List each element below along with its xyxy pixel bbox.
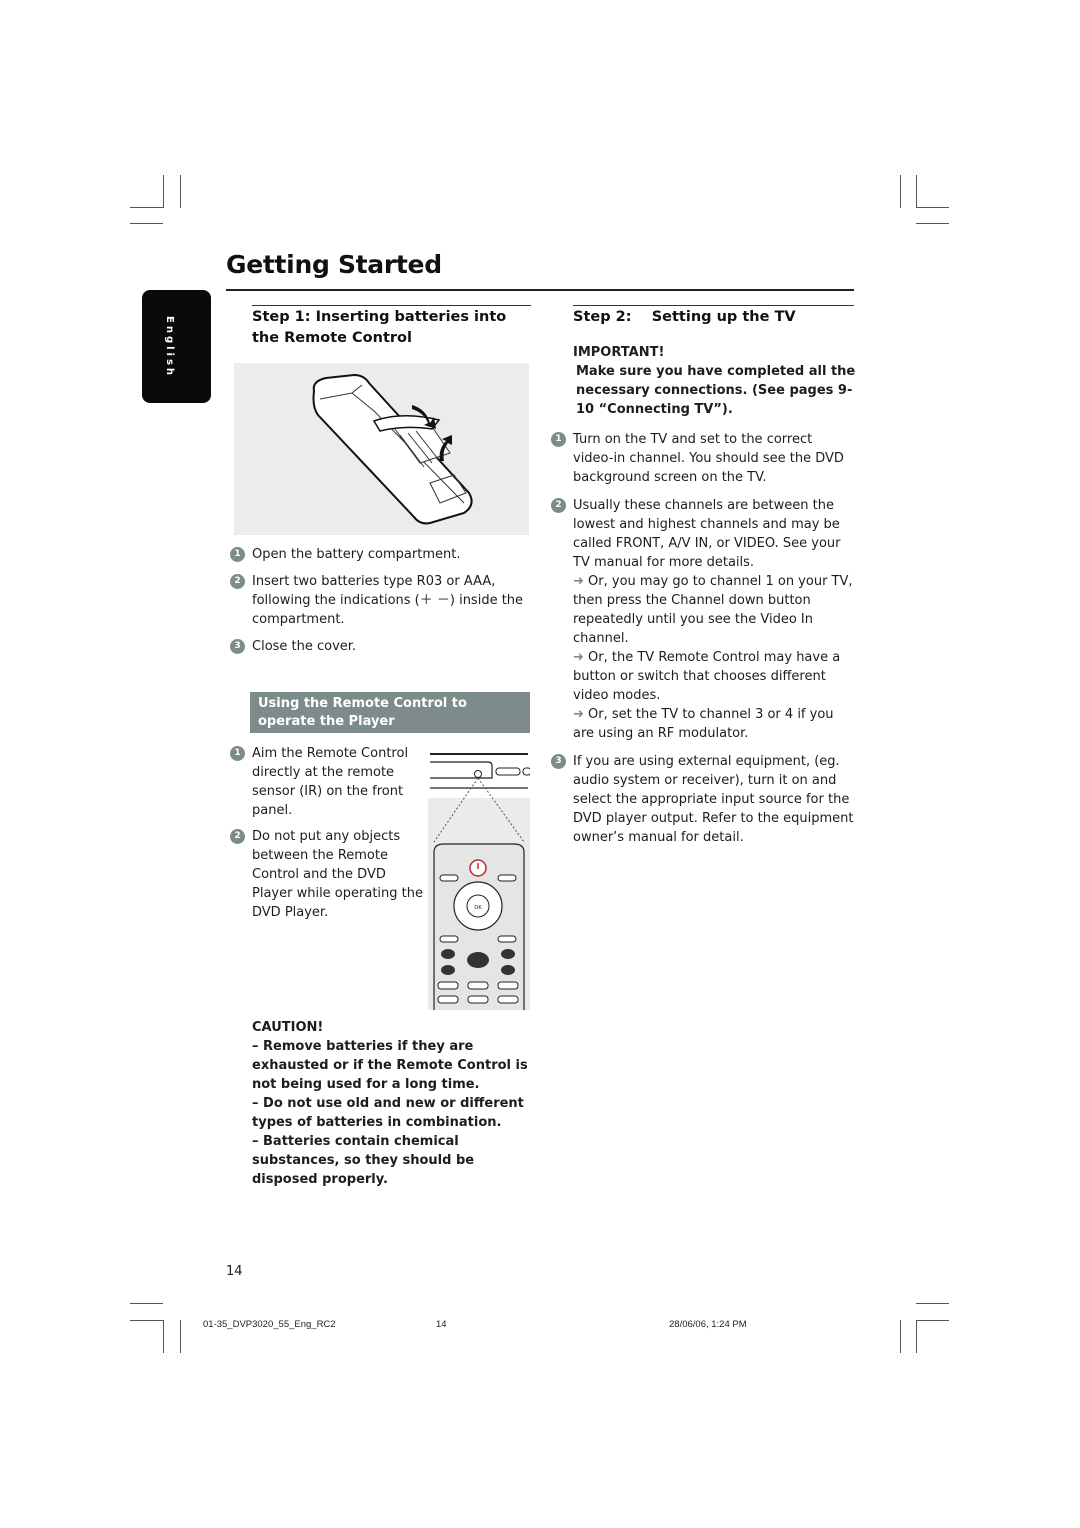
list-item-text: Turn on the TV and set to the correct vi… — [573, 432, 844, 485]
note: ➜ Or, set the TV to channel 3 or 4 if yo… — [573, 705, 856, 743]
step-number-badge: 2 — [551, 498, 566, 513]
list-item: 1 Turn on the TV and set to the correct … — [551, 430, 856, 487]
remote-battery-icon — [312, 373, 473, 525]
list-item-text: Do not put any objects between the Remot… — [252, 829, 423, 920]
using-remote-instructions: 1 Aim the Remote Control directly at the… — [230, 744, 430, 930]
crop-mark — [130, 207, 163, 208]
list-item: 3 Close the cover. — [230, 637, 530, 656]
footer-page: 14 — [436, 1319, 447, 1330]
step1-heading: Step 1: Inserting batteries into the Rem… — [252, 307, 542, 349]
step2-instructions: 1 Turn on the TV and set to the correct … — [551, 430, 856, 855]
crop-mark — [163, 175, 164, 208]
section-divider — [252, 305, 531, 306]
step-number-badge: 2 — [230, 574, 245, 589]
list-item: 2 Insert two batteries type R03 or AAA, … — [230, 572, 530, 629]
list-item-text: Aim the Remote Control directly at the r… — [252, 746, 409, 818]
list-item: 2 Do not put any objects between the Rem… — [230, 827, 430, 922]
crop-mark — [130, 1303, 163, 1304]
remote-aiming-illustration: OK — [428, 748, 532, 1010]
crop-mark — [130, 1320, 163, 1321]
section-divider — [573, 305, 854, 306]
page-number: 14 — [226, 1264, 243, 1279]
step-number-badge: 1 — [551, 432, 566, 447]
crop-mark — [916, 1320, 949, 1321]
step-number-badge: 3 — [551, 754, 566, 769]
arrow-icon: ➜ — [573, 707, 584, 722]
crop-mark — [130, 223, 163, 224]
banner-line1: Using the Remote Control to — [258, 696, 467, 711]
step1-heading-line1: Step 1: Inserting batteries into — [252, 309, 507, 325]
caution-item: – Do not use old and new or different ty… — [252, 1096, 524, 1130]
remote-control-icon: OK — [428, 748, 532, 1010]
list-item-text: Usually these channels are between the l… — [573, 498, 841, 570]
caution-item: – Batteries contain chemical substances,… — [252, 1134, 475, 1187]
using-remote-banner: Using the Remote Control to operate the … — [250, 692, 530, 733]
list-item: 1 Open the battery compartment. — [230, 545, 530, 564]
list-item-text: If you are using external equipment, (eg… — [573, 754, 854, 845]
title-divider — [226, 289, 854, 291]
note-text: Or, you may go to channel 1 on your TV, … — [573, 574, 853, 646]
list-item-text: Close the cover. — [252, 639, 357, 654]
note: ➜ Or, you may go to channel 1 on your TV… — [573, 572, 856, 648]
crop-mark — [900, 1320, 901, 1353]
list-item-text: Open the battery compartment. — [252, 547, 461, 562]
step1-instructions: 1 Open the battery compartment. 2 Insert… — [230, 545, 530, 664]
banner-line2: operate the Player — [258, 714, 395, 729]
list-item: 3 If you are using external equipment, (… — [551, 752, 856, 847]
step-number-badge: 1 — [230, 547, 245, 562]
step1-heading-line2: the Remote Control — [252, 330, 412, 346]
caution-heading: CAUTION! — [252, 1020, 324, 1035]
list-item: 1 Aim the Remote Control directly at the… — [230, 744, 430, 820]
footer-filename: 01-35_DVP3020_55_Eng_RC2 — [203, 1319, 336, 1330]
crop-mark — [916, 223, 949, 224]
crop-mark — [916, 1303, 949, 1304]
crop-mark — [900, 175, 901, 208]
crop-mark — [916, 207, 949, 208]
arrow-icon: ➜ — [573, 574, 584, 589]
svg-text:OK: OK — [474, 905, 482, 911]
step2-heading: Step 2: Setting up the TV — [573, 309, 796, 325]
caution-item: – Remove batteries if they are exhausted… — [252, 1039, 528, 1092]
list-item: 2 Usually these channels are between the… — [551, 496, 856, 743]
list-item-text: Insert two batteries type R03 or AAA, fo… — [252, 574, 524, 627]
step-number-badge: 1 — [230, 746, 245, 761]
crop-mark — [916, 175, 917, 208]
crop-mark — [163, 1320, 164, 1353]
note-text: Or, set the TV to channel 3 or 4 if you … — [573, 707, 834, 741]
important-text: Make sure you have completed all the nec… — [576, 364, 856, 417]
crop-mark — [180, 175, 181, 208]
note-text: Or, the TV Remote Control may have a but… — [573, 650, 841, 703]
caution-block: CAUTION! – Remove batteries if they are … — [252, 1018, 532, 1189]
page-title: Getting Started — [226, 250, 442, 279]
arrow-icon: ➜ — [573, 650, 584, 665]
step-number-badge: 2 — [230, 829, 245, 844]
note: ➜ Or, the TV Remote Control may have a b… — [573, 648, 856, 705]
language-tab-label: English — [164, 316, 175, 379]
footer-datetime: 28/06/06, 1:24 PM — [669, 1319, 747, 1330]
important-heading: IMPORTANT! — [573, 345, 665, 360]
step-number-badge: 3 — [230, 639, 245, 654]
crop-mark — [180, 1320, 181, 1353]
language-tab: English — [142, 290, 211, 403]
crop-mark — [916, 1320, 917, 1353]
remote-battery-compartment-illustration — [234, 363, 529, 535]
